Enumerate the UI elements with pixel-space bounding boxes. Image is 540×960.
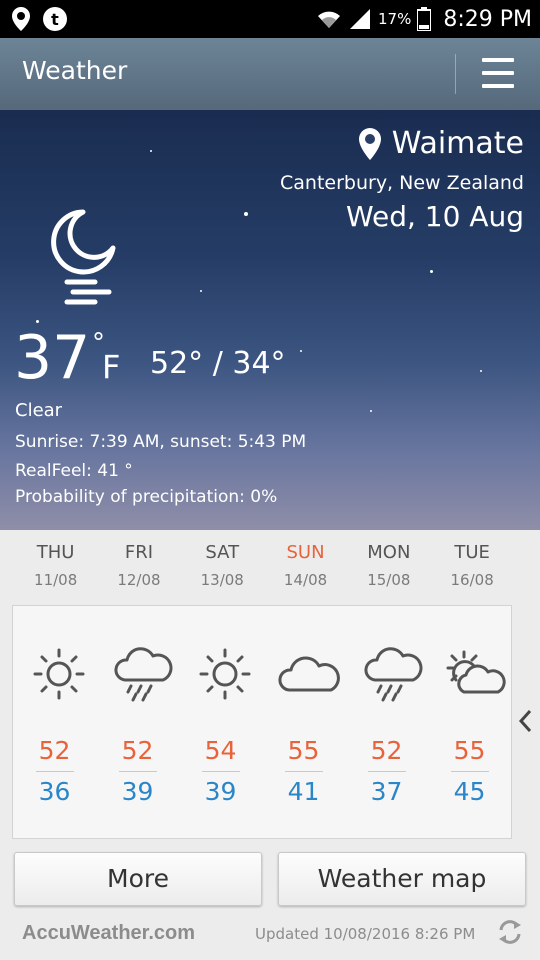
forecast-temperatures: 52 36 52 39 54 39 55 41 52 37 55 45 (13, 736, 511, 806)
day-date: 14/08 (283, 571, 328, 589)
day-headers: THU 11/08 FRI 12/08 SAT 13/08 SUN 14/08 … (14, 542, 514, 589)
city-name: Waimate (391, 126, 524, 161)
forecast-panel[interactable]: 52 36 52 39 54 39 55 41 52 37 55 45 (12, 605, 512, 839)
high-temp: 52 (38, 736, 71, 765)
high-temp: 55 (453, 736, 486, 765)
location[interactable]: Waimate (358, 126, 524, 161)
rain-cloud-icon (364, 647, 423, 702)
divider (367, 771, 406, 772)
sun-icon (199, 648, 251, 700)
high-low: 52° / 34° (150, 346, 286, 381)
current-date: Wed, 10 Aug (345, 200, 524, 233)
star (300, 350, 302, 352)
high-temp: 54 (204, 736, 237, 765)
forecast-day-temps: 55 45 (428, 736, 511, 806)
forecast-day-temps: 54 39 (179, 736, 262, 806)
status-bar: t 17% 8:29 PM (0, 0, 540, 38)
day-header: MON 15/08 (347, 542, 430, 589)
day-name: MON (367, 542, 411, 563)
location-pin-icon (358, 127, 381, 160)
moon-haze-icon (51, 209, 116, 305)
high-temp: 52 (370, 736, 403, 765)
forecast-day-temps: 52 39 (96, 736, 179, 806)
forecast-day-temps: 52 37 (345, 736, 428, 806)
t-app-icon: t (43, 7, 67, 31)
forecast-day-temps: 52 36 (13, 736, 96, 806)
divider (284, 771, 323, 772)
divider (118, 771, 157, 772)
forecast-section: THU 11/08 FRI 12/08 SAT 13/08 SUN 14/08 … (0, 530, 540, 960)
star (244, 212, 248, 216)
sun-icon (33, 648, 85, 700)
app-title: Weather (22, 56, 128, 85)
day-name: THU (36, 542, 75, 563)
temperature-block: 37 ° F 52° / 34° (14, 328, 286, 388)
star (200, 290, 202, 292)
star (370, 410, 372, 412)
star (480, 370, 482, 372)
day-header: TUE 16/08 (430, 542, 513, 589)
partly-cloudy-icon (446, 650, 506, 694)
signal-icon (350, 9, 370, 29)
refresh-icon[interactable] (496, 918, 524, 946)
current-temperature: 37 (14, 323, 91, 393)
cloud-icon (278, 656, 340, 692)
app-bar: Weather (0, 38, 540, 110)
clock: 8:29 PM (443, 6, 532, 32)
menu-button[interactable] (478, 56, 520, 92)
temperature-unit: F (102, 348, 121, 386)
low-temp: 45 (453, 777, 486, 806)
high-temp: 52 (121, 736, 154, 765)
low-temp: 39 (121, 777, 154, 806)
day-header: THU 11/08 (14, 542, 97, 589)
current-conditions: Waimate Canterbury, New Zealand Wed, 10 … (0, 110, 540, 530)
divider (450, 771, 489, 772)
day-name: SAT (205, 542, 240, 563)
updated-timestamp: Updated 10/08/2016 8:26 PM (255, 925, 476, 943)
star (150, 150, 152, 152)
menu-divider (455, 54, 456, 94)
low-temp: 37 (370, 777, 403, 806)
low-temp: 36 (38, 777, 71, 806)
weather-map-button[interactable]: Weather map (278, 852, 526, 906)
forecast-icons (17, 644, 517, 704)
star (430, 270, 433, 273)
location-icon (12, 7, 30, 31)
low-temp: 41 (287, 777, 320, 806)
day-name: TUE (454, 542, 490, 563)
condition-text: Clear (15, 400, 63, 421)
day-date: 15/08 (367, 571, 411, 589)
battery-percent: 17% (378, 10, 412, 28)
day-date: 13/08 (200, 571, 244, 589)
day-date: 11/08 (34, 571, 78, 589)
hamburger-icon (482, 58, 514, 62)
sun-times: Sunrise: 7:39 AM, sunset: 5:43 PM (15, 432, 307, 452)
day-header: SUN 14/08 (264, 542, 347, 589)
wifi-icon (318, 11, 340, 28)
rain-cloud-icon (114, 647, 173, 702)
more-button[interactable]: More (14, 852, 262, 906)
day-date: 16/08 (450, 571, 494, 589)
battery-icon (417, 7, 432, 31)
day-name: SUN (286, 542, 325, 563)
accuweather-logo[interactable]: AccuWeather.com (22, 922, 195, 945)
precipitation: Probability of precipitation: 0% (15, 487, 278, 507)
realfeel: RealFeel: 41 ° (15, 461, 133, 481)
day-date: 12/08 (117, 571, 161, 589)
divider (35, 771, 74, 772)
high-temp: 55 (287, 736, 320, 765)
forecast-day-temps: 55 41 (262, 736, 345, 806)
region-name: Canterbury, New Zealand (280, 172, 524, 194)
svg-text:t: t (51, 10, 59, 29)
day-name: FRI (124, 542, 154, 563)
day-header: FRI 12/08 (97, 542, 180, 589)
chevron-left-icon[interactable] (518, 708, 534, 734)
day-header: SAT 13/08 (181, 542, 264, 589)
low-temp: 39 (204, 777, 237, 806)
divider (201, 771, 240, 772)
